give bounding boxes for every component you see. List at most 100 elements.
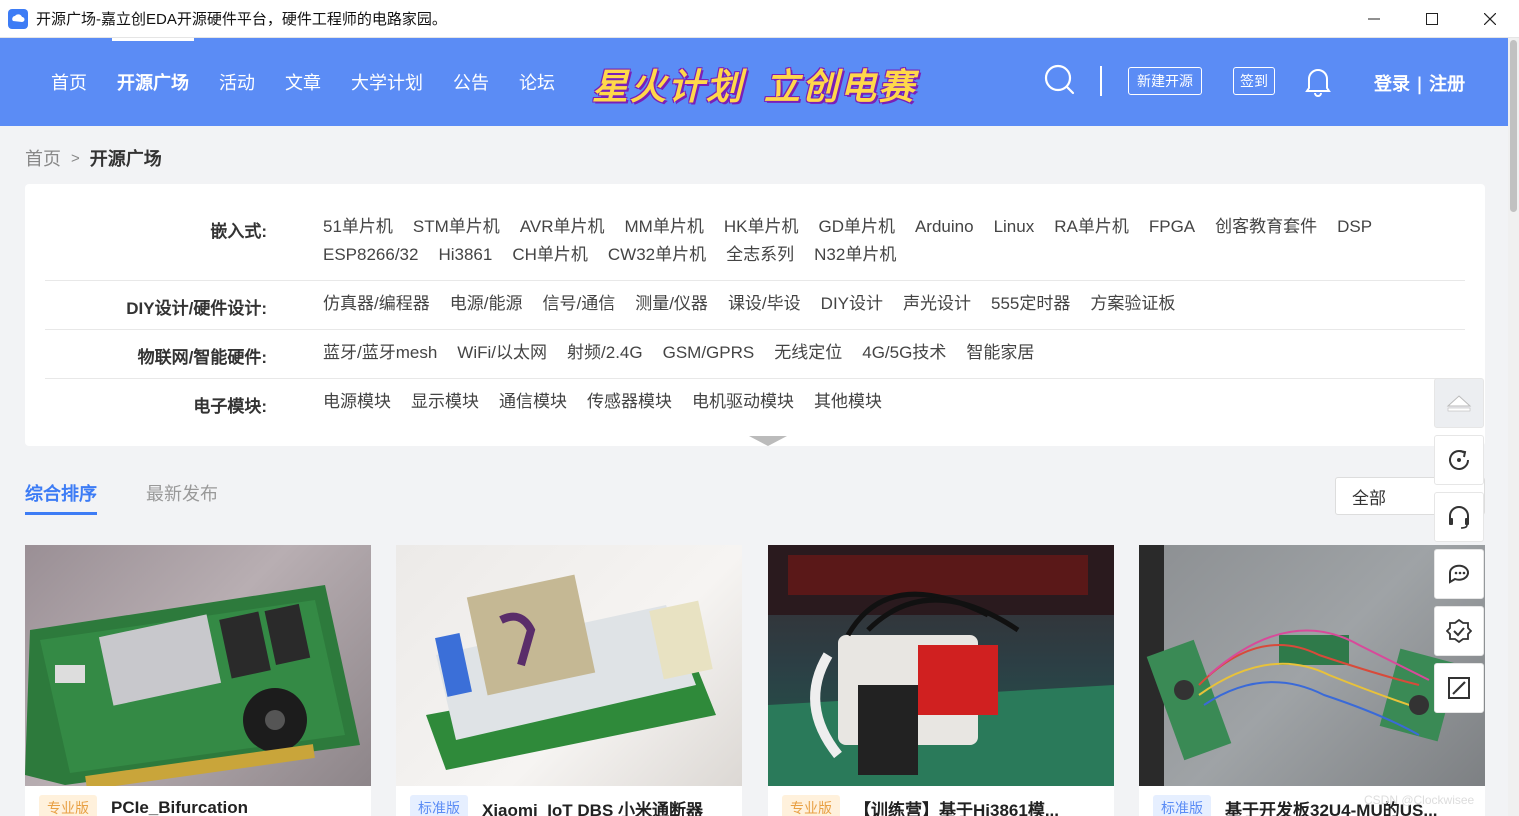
category-row-modules: 电子模块: 电源模块 显示模块 通信模块 传感器模块 电机驱动模块 其他模块 xyxy=(45,379,1465,428)
project-title[interactable]: 【训练营】基于Hi3861模... xyxy=(854,796,1059,816)
nav-university[interactable]: 大学计划 xyxy=(336,38,438,126)
category-row-embedded: 嵌入式: 51单片机 STM单片机 AVR单片机 MM单片机 HK单片机 GD单… xyxy=(45,184,1465,281)
category-item[interactable]: GD单片机 xyxy=(818,216,895,238)
category-items: 蓝牙/蓝牙mesh WiFi/以太网 射频/2.4G GSM/GPRS 无线定位… xyxy=(323,342,1423,364)
nav-open-source-plaza[interactable]: 开源广场 xyxy=(102,38,204,126)
category-item[interactable]: 智能家居 xyxy=(966,342,1034,364)
main-nav: 首页 开源广场 活动 文章 大学计划 公告 论坛 xyxy=(36,38,570,126)
category-item[interactable]: N32单片机 xyxy=(814,244,896,266)
promo-lceda-contest[interactable]: 立创电赛 xyxy=(764,58,916,110)
project-title[interactable]: Xiaomi_IoT DBS 小米通断器 xyxy=(482,796,703,816)
category-label: DIY设计/硬件设计: xyxy=(126,299,267,318)
refresh-icon[interactable] xyxy=(1434,435,1484,485)
category-item[interactable]: 全志系列 xyxy=(726,244,794,266)
category-item[interactable]: 51单片机 xyxy=(323,216,393,238)
category-label: 嵌入式: xyxy=(210,222,267,241)
category-item[interactable]: Linux xyxy=(994,216,1035,238)
new-project-button[interactable]: 新建开源 xyxy=(1128,67,1202,95)
category-item[interactable]: 无线定位 xyxy=(774,342,842,364)
project-card[interactable]: 标准版 Xiaomi_IoT DBS 小米通断器 xyxy=(396,545,742,816)
filter-select-value: 全部 xyxy=(1352,488,1386,508)
login-register-link[interactable]: 登录 | 注册 xyxy=(1374,70,1465,96)
category-item[interactable]: 信号/通信 xyxy=(542,293,615,315)
category-item[interactable]: 4G/5G技术 xyxy=(862,342,946,364)
project-thumbnail[interactable] xyxy=(768,545,1114,786)
category-item[interactable]: 555定时器 xyxy=(991,293,1070,315)
category-item[interactable]: 电机驱动模块 xyxy=(692,391,794,413)
sign-in-button[interactable]: 签到 xyxy=(1233,67,1275,95)
scrollbar-thumb[interactable] xyxy=(1510,40,1517,212)
category-item[interactable]: Hi3861 xyxy=(438,244,492,266)
category-item[interactable]: 测量/仪器 xyxy=(635,293,708,315)
edition-badge: 标准版 xyxy=(1153,795,1211,816)
tab-comprehensive-sort[interactable]: 综合排序 xyxy=(25,480,97,515)
nav-forum[interactable]: 论坛 xyxy=(504,38,570,126)
project-thumbnail[interactable] xyxy=(25,545,371,786)
nav-articles[interactable]: 文章 xyxy=(270,38,336,126)
category-item[interactable]: 射频/2.4G xyxy=(567,342,643,364)
category-item[interactable]: 其他模块 xyxy=(814,391,882,413)
category-item[interactable]: CH单片机 xyxy=(512,244,588,266)
category-item[interactable]: 电源/能源 xyxy=(450,293,523,315)
tab-latest-release[interactable]: 最新发布 xyxy=(146,480,218,506)
verified-icon[interactable] xyxy=(1434,606,1484,656)
collapse-panel-icon[interactable] xyxy=(749,436,787,446)
project-thumbnail[interactable] xyxy=(396,545,742,786)
maximize-button[interactable] xyxy=(1403,0,1461,38)
floating-toolbar xyxy=(1434,378,1484,720)
app-logo-icon xyxy=(8,8,28,29)
nav-activities[interactable]: 活动 xyxy=(204,38,270,126)
category-item[interactable]: AVR单片机 xyxy=(520,216,605,238)
nav-home[interactable]: 首页 xyxy=(36,38,102,126)
category-items: 仿真器/编程器 电源/能源 信号/通信 测量/仪器 课设/毕设 DIY设计 声光… xyxy=(323,293,1423,315)
category-item[interactable]: 创客教育套件 xyxy=(1215,216,1317,238)
close-button[interactable] xyxy=(1461,0,1519,38)
breadcrumb: 首页 > 开源广场 xyxy=(25,145,162,171)
promo-spark-plan[interactable]: 星火计划 xyxy=(592,58,744,110)
search-icon[interactable] xyxy=(1043,63,1077,97)
category-item[interactable]: CW32单片机 xyxy=(608,244,706,266)
category-item[interactable]: HK单片机 xyxy=(724,216,799,238)
nav-announcements[interactable]: 公告 xyxy=(438,38,504,126)
category-items: 电源模块 显示模块 通信模块 传感器模块 电机驱动模块 其他模块 xyxy=(323,391,1423,413)
category-item[interactable]: RA单片机 xyxy=(1054,216,1129,238)
back-to-top-button[interactable] xyxy=(1434,378,1484,428)
project-title[interactable]: PCIe_Bifurcation xyxy=(111,798,248,816)
category-item[interactable]: STM单片机 xyxy=(413,216,500,238)
category-item[interactable]: 声光设计 xyxy=(903,293,971,315)
category-item[interactable]: GSM/GPRS xyxy=(663,342,755,364)
category-item[interactable]: 方案验证板 xyxy=(1090,293,1175,315)
category-item[interactable]: 课设/毕设 xyxy=(728,293,801,315)
page-scrollbar[interactable] xyxy=(1508,38,1519,816)
header-divider xyxy=(1100,66,1102,96)
category-row-diy: DIY设计/硬件设计: 仿真器/编程器 电源/能源 信号/通信 测量/仪器 课设… xyxy=(45,281,1465,330)
window-titlebar: 开源广场-嘉立创EDA开源硬件平台，硬件工程师的电路家园。 xyxy=(0,0,1519,38)
category-item[interactable]: FPGA xyxy=(1149,216,1195,238)
watermark: CSDN @Clockwisee xyxy=(1364,793,1475,807)
headset-icon[interactable] xyxy=(1434,492,1484,542)
minimize-button[interactable] xyxy=(1345,0,1403,38)
category-item[interactable]: MM单片机 xyxy=(625,216,704,238)
breadcrumb-separator: > xyxy=(71,149,80,167)
project-card[interactable]: 专业版 【训练营】基于Hi3861模... xyxy=(768,545,1114,816)
category-item[interactable]: DIY设计 xyxy=(821,293,883,315)
category-item[interactable]: 通信模块 xyxy=(499,391,567,413)
category-item[interactable]: DSP xyxy=(1337,216,1372,238)
category-item[interactable]: 蓝牙/蓝牙mesh xyxy=(323,342,437,364)
breadcrumb-home[interactable]: 首页 xyxy=(25,145,61,171)
bell-icon[interactable] xyxy=(1303,65,1333,97)
category-item[interactable]: 仿真器/编程器 xyxy=(323,293,430,315)
project-card[interactable]: 专业版 PCIe_Bifurcation xyxy=(25,545,371,816)
edit-icon[interactable] xyxy=(1434,663,1484,713)
category-items: 51单片机 STM单片机 AVR单片机 MM单片机 HK单片机 GD单片机 Ar… xyxy=(323,216,1423,266)
category-item[interactable]: WiFi/以太网 xyxy=(457,342,547,364)
category-item[interactable]: 显示模块 xyxy=(411,391,479,413)
category-item[interactable]: Arduino xyxy=(915,216,974,238)
category-item[interactable]: 电源模块 xyxy=(323,391,391,413)
category-item[interactable]: 传感器模块 xyxy=(587,391,672,413)
category-item[interactable]: ESP8266/32 xyxy=(323,244,418,266)
chat-icon[interactable] xyxy=(1434,549,1484,599)
arrow-up-icon xyxy=(1446,395,1472,412)
site-header: 首页 开源广场 活动 文章 大学计划 公告 论坛 星火计划 立创电赛 xyxy=(0,38,1508,126)
window-title: 开源广场-嘉立创EDA开源硬件平台，硬件工程师的电路家园。 xyxy=(36,11,447,28)
